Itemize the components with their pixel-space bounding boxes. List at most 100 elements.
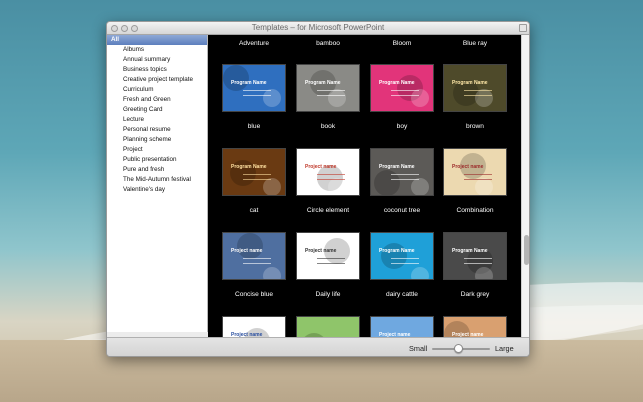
thumbnail-title-text: Program Name [452,248,488,254]
thumbnail-text-line [243,179,271,180]
template-thumbnail[interactable]: Program Name [443,64,507,112]
template-thumbnail[interactable]: Project name [296,232,360,280]
bottom-bar: Small Large [107,337,529,356]
thumbnail-text-line [243,95,271,96]
thumbnail-text-line [317,179,345,180]
thumbnail-text-line [317,95,345,96]
thumbnail-title-text: Program Name [379,164,415,170]
sidebar-item[interactable]: Lecture [107,115,207,125]
thumbnail-text-line [317,263,345,264]
thumbnail-title-text: Project name [452,164,484,170]
thumbnail-title-text: Program Name [379,248,415,254]
thumbnail-text-line [464,90,492,91]
thumbnail-text-line [391,179,419,180]
sidebar-item[interactable]: Curriculum [107,85,207,95]
scrollbar-thumb[interactable] [524,235,529,265]
sidebar-item[interactable]: The Mid-Autumn festival [107,175,207,185]
sidebar-item[interactable]: Pure and fresh [107,165,207,175]
thumbnail-title-text: Project name [305,248,337,254]
thumbnail-decoration [411,178,429,195]
thumbnail-decoration [328,178,346,195]
sidebar-item[interactable]: Personal resume [107,125,207,135]
template-thumbnail[interactable] [296,316,360,337]
thumbnail-text-line [391,95,419,96]
template-grid: Adventure bamboo Bloom Blue ray Program Name… [208,35,521,337]
template-thumbnail[interactable]: Program Name [222,64,286,112]
sidebar-item[interactable]: Public presentation [107,155,207,165]
title-bar[interactable]: Templates – for Microsoft PowerPoint [107,22,529,35]
thumbnail-title-text: Program Name [231,80,267,86]
sidebar-item[interactable]: Albums [107,45,207,55]
template-name-label: Blue ray [462,40,488,47]
template-thumbnail[interactable]: Program Name [222,148,286,196]
thumbnail-decoration [328,267,346,279]
thumbnail-decoration [263,267,281,279]
thumbnail-decoration [328,89,346,107]
sidebar-item[interactable]: Greeting Card [107,105,207,115]
template-name-label: brown [466,123,484,130]
thumbnail-decoration [475,89,493,107]
sidebar-item[interactable]: Valentine's day [107,185,207,195]
thumbnail-title-text: Program Name [305,80,341,86]
sidebar-item[interactable]: Fresh and Green [107,95,207,105]
template-name-label: Bloom [392,40,412,47]
template-name-label: coconut tree [383,207,421,214]
thumbnail-text-line [391,174,419,175]
sidebar-item[interactable]: Business topics [107,65,207,75]
size-large-label: Large [495,344,514,353]
template-name-label: blue [247,123,261,130]
thumbnail-text-line [391,258,419,259]
thumbnail-title-text: Program Name [379,80,415,86]
templates-window: Templates – for Microsoft PowerPoint All… [106,21,530,357]
thumbnail-text-line [317,90,345,91]
template-thumbnail[interactable]: Project name [443,148,507,196]
template-thumbnail[interactable]: Program Name [370,148,434,196]
sidebar-item[interactable]: Creative project template [107,75,207,85]
thumbnail-text-line [464,95,492,96]
template-thumbnail[interactable]: Project name [222,316,286,337]
sidebar-item[interactable]: Planning scheme [107,135,207,145]
sidebar-item[interactable]: All [107,35,207,45]
template-thumbnail[interactable]: Project name [296,148,360,196]
template-name-label: Combination [456,207,494,214]
thumbnail-text-line [391,90,419,91]
template-thumbnail[interactable]: Project name [222,232,286,280]
template-thumbnail[interactable]: Program Name [370,232,434,280]
template-name-label: Adventure [238,40,270,47]
thumbnail-decoration [263,178,281,195]
template-name-label: dairy cattle [386,291,418,298]
vertical-scrollbar[interactable] [521,35,529,337]
sidebar-item[interactable]: Annual summary [107,55,207,65]
thumbnail-title-text: Program Name [231,164,267,170]
thumbnail-title-text: Program Name [452,80,488,86]
thumbnail-decoration [475,178,493,195]
thumbnail-decoration [475,267,493,279]
template-thumbnail[interactable]: Program Name [443,232,507,280]
thumbnail-decoration [411,89,429,107]
thumbnail-decoration [223,65,249,91]
template-name-label: Dark grey [460,291,490,298]
category-sidebar: All Albums Annual summary Business topics Cr… [107,35,208,332]
thumbnail-decoration [237,233,263,259]
thumbnail-title-text: Project name [231,248,263,254]
size-small-label: Small [409,344,428,353]
thumbnail-text-line [243,90,271,91]
template-thumbnail[interactable]: Project name [370,316,434,337]
thumbnail-text-line [464,263,492,264]
toolbar-toggle-button[interactable] [519,24,527,32]
thumbnail-text-line [317,174,345,175]
thumbnail-decoration [263,89,281,107]
thumbnail-title-text: Project name [305,164,337,170]
template-name-label: Circle element [306,207,350,214]
template-thumbnail[interactable]: Program Name [296,64,360,112]
thumbnail-text-line [464,258,492,259]
thumbnail-text-line [464,174,492,175]
thumbnail-text-line [243,174,271,175]
template-thumbnail[interactable]: Project name [443,316,507,337]
thumbnail-text-line [317,258,345,259]
template-name-label: boy [396,123,408,130]
thumbnail-size-slider-knob[interactable] [453,344,463,353]
template-thumbnail[interactable]: Program Name [370,64,434,112]
thumbnail-text-line [243,258,271,259]
sidebar-item[interactable]: Project [107,145,207,155]
